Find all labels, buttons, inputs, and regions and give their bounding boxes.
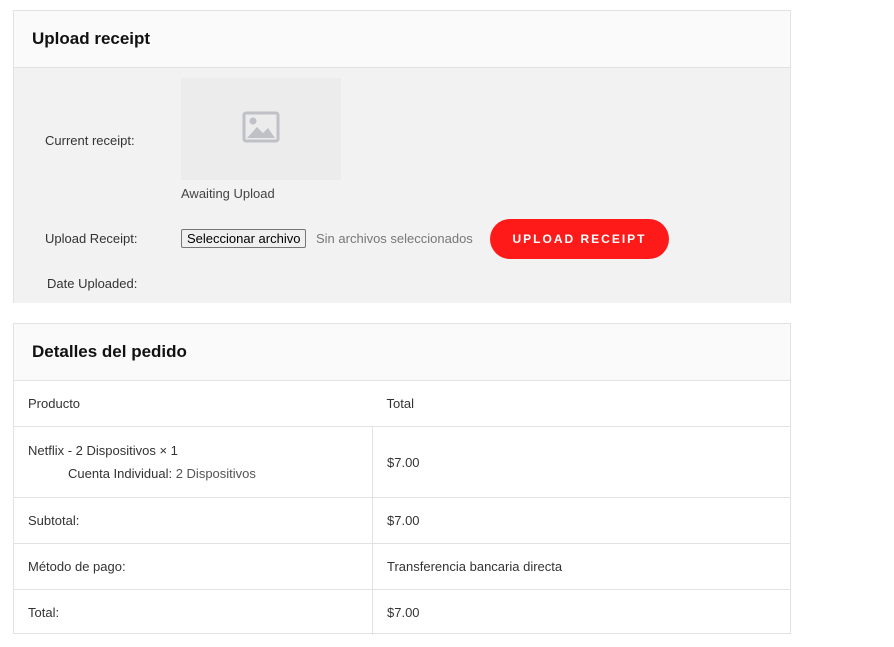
choose-file-button[interactable]: Seleccionar archivo bbox=[181, 229, 307, 248]
product-name: Netflix - 2 Dispositivos × 1 bbox=[28, 443, 178, 458]
total-label: Total: bbox=[14, 589, 373, 635]
order-details-title: Detalles del pedido bbox=[32, 342, 187, 361]
header-product: Producto bbox=[28, 396, 81, 411]
table-row: Netflix - 2 Dispositivos × 1 Cuenta Indi… bbox=[14, 426, 790, 498]
upload-receipt-panel: Upload receipt Current receipt: Awaiting… bbox=[13, 10, 791, 303]
payment-method-label: Método de pago: bbox=[14, 543, 373, 590]
table-row: Método de pago: Transferencia bancaria d… bbox=[14, 543, 790, 590]
order-details-panel: Detalles del pedido Producto Total Netfl… bbox=[13, 323, 791, 635]
product-meta: Cuenta Individual: 2 Dispositivos bbox=[28, 466, 358, 481]
table-row: Subtotal: $7.00 bbox=[14, 497, 790, 544]
payment-method-value: Transferencia bancaria directa bbox=[372, 543, 790, 590]
product-total: $7.00 bbox=[372, 426, 790, 498]
current-receipt-label: Current receipt: bbox=[45, 133, 135, 148]
table-row: Total: $7.00 bbox=[14, 589, 790, 635]
table-header-row: Producto Total bbox=[14, 381, 790, 427]
order-details-table: Producto Total Netflix - 2 Dispositivos … bbox=[14, 381, 790, 635]
upload-receipt-label: Upload Receipt: bbox=[45, 231, 138, 246]
header-total: Total bbox=[386, 396, 414, 411]
upload-receipt-title: Upload receipt bbox=[32, 29, 151, 48]
subtotal-value: $7.00 bbox=[372, 497, 790, 544]
image-placeholder-icon bbox=[242, 111, 280, 148]
product-meta-value: 2 Dispositivos bbox=[175, 466, 256, 481]
upload-receipt-header: Upload receipt bbox=[14, 11, 790, 68]
file-status-text: Sin archivos seleccionados bbox=[316, 231, 473, 246]
date-uploaded-label: Date Uploaded: bbox=[47, 276, 138, 291]
product-cell: Netflix - 2 Dispositivos × 1 Cuenta Indi… bbox=[14, 426, 373, 498]
awaiting-upload-text: Awaiting Upload bbox=[181, 186, 275, 201]
upload-receipt-button[interactable]: UPLOAD RECEIPT bbox=[490, 219, 669, 259]
order-details-header: Detalles del pedido bbox=[14, 324, 790, 381]
subtotal-label: Subtotal: bbox=[14, 497, 373, 544]
product-meta-key: Cuenta Individual: bbox=[68, 466, 173, 481]
receipt-thumbnail bbox=[181, 78, 341, 180]
upload-receipt-body: Current receipt: Awaiting Upload Upload … bbox=[14, 68, 790, 303]
total-value: $7.00 bbox=[372, 589, 790, 635]
